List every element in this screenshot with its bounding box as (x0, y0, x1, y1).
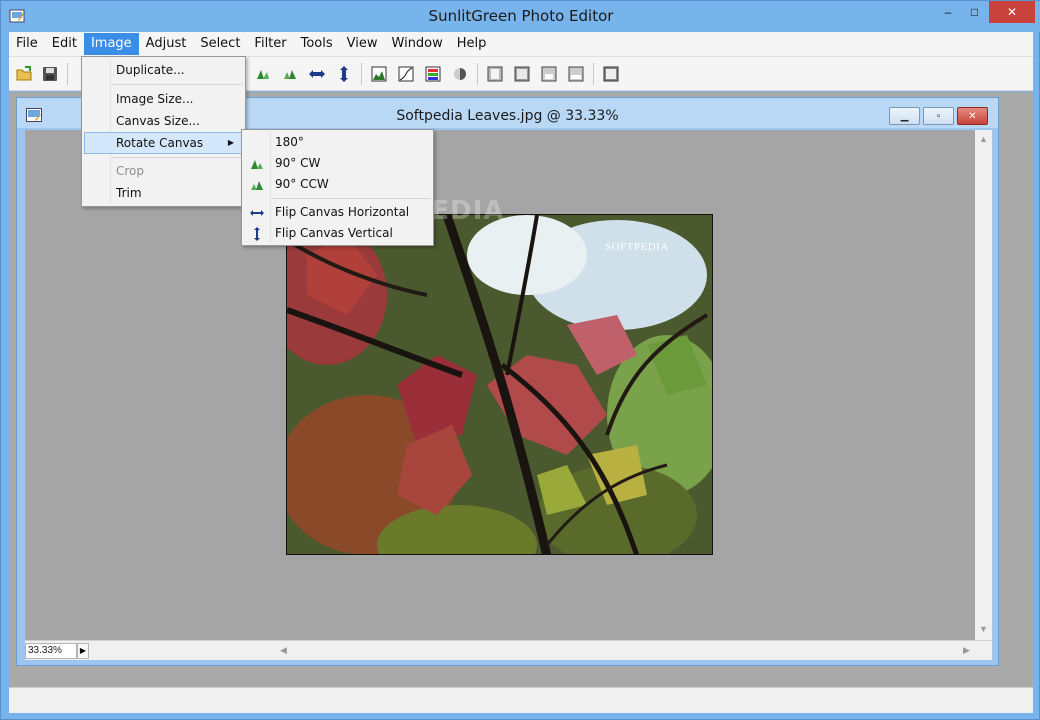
status-bar (9, 687, 1033, 713)
title-bar[interactable]: SunlitGreen Photo Editor – □ ✕ (1, 1, 1040, 32)
flip-vertical-icon[interactable] (334, 64, 354, 84)
menu-item-canvas-size[interactable]: Canvas Size... (84, 110, 243, 132)
submenu-separator (272, 198, 431, 199)
menu-image[interactable]: Image (83, 33, 139, 55)
menu-bar: File Edit Image Adjust Select Filter Too… (9, 32, 1033, 56)
histogram-icon[interactable] (369, 64, 389, 84)
flip-vertical-icon (249, 226, 265, 242)
rotate-canvas-submenu: 180° 90° CW 90° CCW Flip Canvas Horizont… (241, 129, 434, 246)
scroll-right-icon[interactable]: ▶ (963, 645, 970, 656)
menu-help[interactable]: Help (450, 33, 494, 55)
flip-horizontal-icon[interactable] (307, 64, 327, 84)
menu-file[interactable]: File (9, 33, 45, 55)
submenu-item-flip-vertical[interactable]: Flip Canvas Vertical (244, 223, 431, 244)
menu-edit[interactable]: Edit (45, 33, 84, 55)
rotate-90ccw-icon[interactable] (280, 64, 300, 84)
frame-2-icon[interactable] (512, 64, 532, 84)
menu-item-trim[interactable]: Trim (84, 182, 243, 204)
scroll-down-icon[interactable]: ▼ (979, 624, 988, 634)
frame-3-icon[interactable] (539, 64, 559, 84)
document-maximize-button[interactable]: ▫ (923, 107, 954, 125)
save-icon[interactable] (40, 64, 60, 84)
vertical-scrollbar[interactable]: ▲ ▼ (975, 130, 992, 640)
menu-window[interactable]: Window (385, 33, 450, 55)
horizontal-scroll-row: 33.33% ▶ ◀ ▶ (25, 640, 992, 660)
zoom-level-field[interactable]: 33.33% (25, 643, 77, 659)
toolbar-separator (67, 63, 68, 85)
flip-horizontal-icon (249, 205, 265, 221)
submenu-item-flip-horizontal-label: Flip Canvas Horizontal (275, 205, 410, 219)
menu-select[interactable]: Select (193, 33, 247, 55)
frame-4-icon[interactable] (566, 64, 586, 84)
image-menu-dropdown: Duplicate... Image Size... Canvas Size..… (81, 56, 246, 207)
submenu-arrow-icon: ▶ (227, 138, 234, 147)
rotate-ccw-icon (249, 177, 265, 193)
toolbar-separator (361, 63, 362, 85)
submenu-item-90-ccw-label: 90° CCW (275, 177, 329, 191)
color-balance-icon[interactable] (423, 64, 443, 84)
toolbar-separator (593, 63, 594, 85)
document-close-button[interactable]: ✕ (957, 107, 988, 125)
app-title: SunlitGreen Photo Editor (428, 7, 614, 25)
frame-1-icon[interactable] (485, 64, 505, 84)
menu-item-crop: Crop (116, 164, 145, 178)
menu-item-rotate-canvas-label: Rotate Canvas (116, 136, 204, 150)
photo-image (287, 215, 712, 554)
submenu-item-90-cw-label: 90° CW (275, 156, 321, 170)
minimize-button[interactable]: – (935, 1, 961, 23)
menu-adjust[interactable]: Adjust (139, 33, 194, 55)
rotate-90cw-icon[interactable] (253, 64, 273, 84)
maximize-button[interactable]: □ (961, 1, 988, 23)
photo-canvas[interactable]: SOFTPEDIA (286, 214, 713, 555)
open-folder-icon[interactable] (15, 64, 35, 84)
menu-item-rotate-canvas[interactable]: Rotate Canvas ▶ (84, 132, 243, 154)
menu-separator (112, 157, 243, 158)
scroll-left-icon[interactable]: ◀ (280, 645, 287, 656)
zoom-menu-arrow-icon[interactable]: ▶ (77, 643, 89, 659)
menu-item-image-size[interactable]: Image Size... (84, 88, 243, 110)
rotate-cw-icon (249, 156, 265, 172)
menu-item-duplicate[interactable]: Duplicate... (84, 59, 243, 81)
menu-separator (112, 84, 243, 85)
document-minimize-button[interactable]: ▁ (889, 107, 920, 125)
menu-view[interactable]: View (340, 33, 385, 55)
submenu-item-180[interactable]: 180° (244, 132, 431, 153)
photo-watermark: SOFTPEDIA (605, 241, 669, 253)
contrast-icon[interactable] (450, 64, 470, 84)
scroll-up-icon[interactable]: ▲ (979, 134, 988, 144)
submenu-item-flip-horizontal[interactable]: Flip Canvas Horizontal (244, 202, 431, 223)
menu-filter[interactable]: Filter (247, 33, 293, 55)
curves-icon[interactable] (396, 64, 416, 84)
close-button[interactable]: ✕ (989, 1, 1035, 23)
submenu-item-90-ccw[interactable]: 90° CCW (244, 174, 431, 195)
app-window: SunlitGreen Photo Editor – □ ✕ File Edit… (0, 0, 1040, 720)
toolbar-separator (477, 63, 478, 85)
submenu-item-90-cw[interactable]: 90° CW (244, 153, 431, 174)
submenu-item-flip-vertical-label: Flip Canvas Vertical (275, 226, 393, 240)
fullscreen-icon[interactable] (601, 64, 621, 84)
menu-tools[interactable]: Tools (294, 33, 340, 55)
